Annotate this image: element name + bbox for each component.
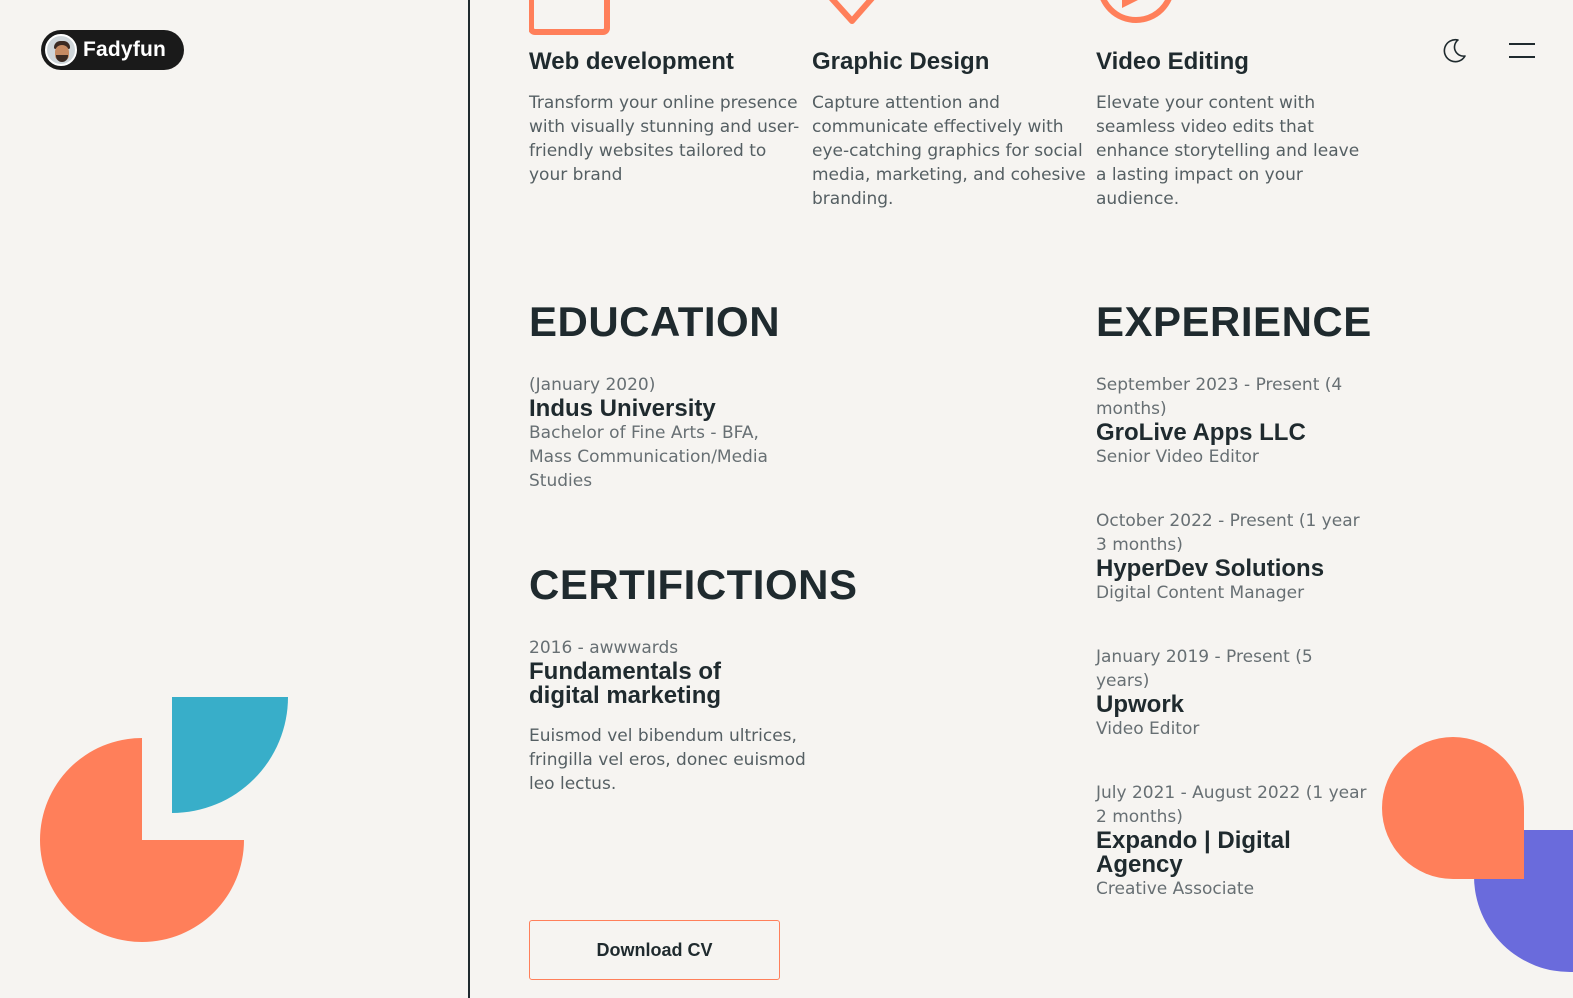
experience-company: Upwork [1096, 691, 1185, 718]
experience-company: HyperDev Solutions [1096, 555, 1325, 582]
education-school: Indus University [529, 395, 716, 422]
experience-item: September 2023 - Present (4 months) GroL… [1096, 373, 1371, 469]
service-title: Video Editing [1096, 48, 1249, 75]
service-title: Graphic Design [812, 48, 990, 75]
download-cv-button[interactable]: Download CV [529, 920, 780, 980]
experience-item: July 2021 - August 2022 (1 year 2 months… [1096, 781, 1371, 901]
decorative-shapes-right [1382, 737, 1573, 973]
experience-role: Video Editor [1096, 719, 1200, 739]
education-degree: Bachelor of Fine Arts - BFA, Mass Commun… [529, 423, 768, 491]
experience-item: October 2022 - Present (1 year 3 months)… [1096, 509, 1371, 605]
education-date: (January 2020) [529, 375, 656, 395]
experience-role: Digital Content Manager [1096, 583, 1305, 603]
certifications-heading: CERTIFICTIONS [529, 561, 858, 608]
experience-heading: EXPERIENCE [1096, 298, 1372, 345]
vertical-divider [468, 0, 470, 998]
experience-company: GroLive Apps LLC [1096, 419, 1306, 446]
moon-icon [1443, 38, 1466, 63]
certification-title: Fundamentals of digital marketing [529, 658, 722, 709]
certification-meta: 2016 - awwwards [529, 638, 679, 658]
certification-description: Euismod vel bibendum ultrices, fringilla… [529, 726, 806, 794]
experience-item: January 2019 - Present (5 years) Upwork … [1096, 645, 1371, 741]
brand-name: Fadyfun [83, 38, 167, 61]
experience-company: Expando | Digital Agency [1096, 827, 1291, 878]
menu-button[interactable] [1509, 40, 1539, 62]
diamond-outline-icon [829, 0, 875, 24]
service-title: Web development [529, 48, 734, 75]
brand-logo[interactable]: Fadyfun [41, 30, 184, 70]
service-description: Transform your online presence with visu… [529, 93, 800, 185]
education-heading: EDUCATION [529, 298, 781, 345]
service-description: Elevate your content with seamless video… [1096, 93, 1360, 209]
hamburger-menu-icon [1509, 43, 1535, 45]
experience-period: September 2023 - Present (4 months) [1096, 375, 1343, 419]
square-outline-icon [529, 0, 610, 35]
play-circle-icon [1100, 0, 1172, 23]
certification-item: 2016 - awwwards Fundamentals of digital … [529, 636, 809, 796]
experience-period: July 2021 - August 2022 (1 year 2 months… [1096, 783, 1367, 827]
decorative-shapes-left [40, 697, 288, 942]
education-item: (January 2020) Indus University Bachelor… [529, 373, 799, 493]
avatar [45, 34, 77, 66]
experience-period: October 2022 - Present (1 year 3 months) [1096, 511, 1360, 555]
service-description: Capture attention and communicate effect… [812, 93, 1086, 209]
theme-toggle-button[interactable] [1439, 35, 1469, 65]
experience-role: Senior Video Editor [1096, 447, 1259, 467]
page: Fadyfun Web development Transform your o… [0, 0, 1573, 998]
experience-role: Creative Associate [1096, 879, 1255, 899]
experience-period: January 2019 - Present (5 years) [1096, 647, 1313, 691]
